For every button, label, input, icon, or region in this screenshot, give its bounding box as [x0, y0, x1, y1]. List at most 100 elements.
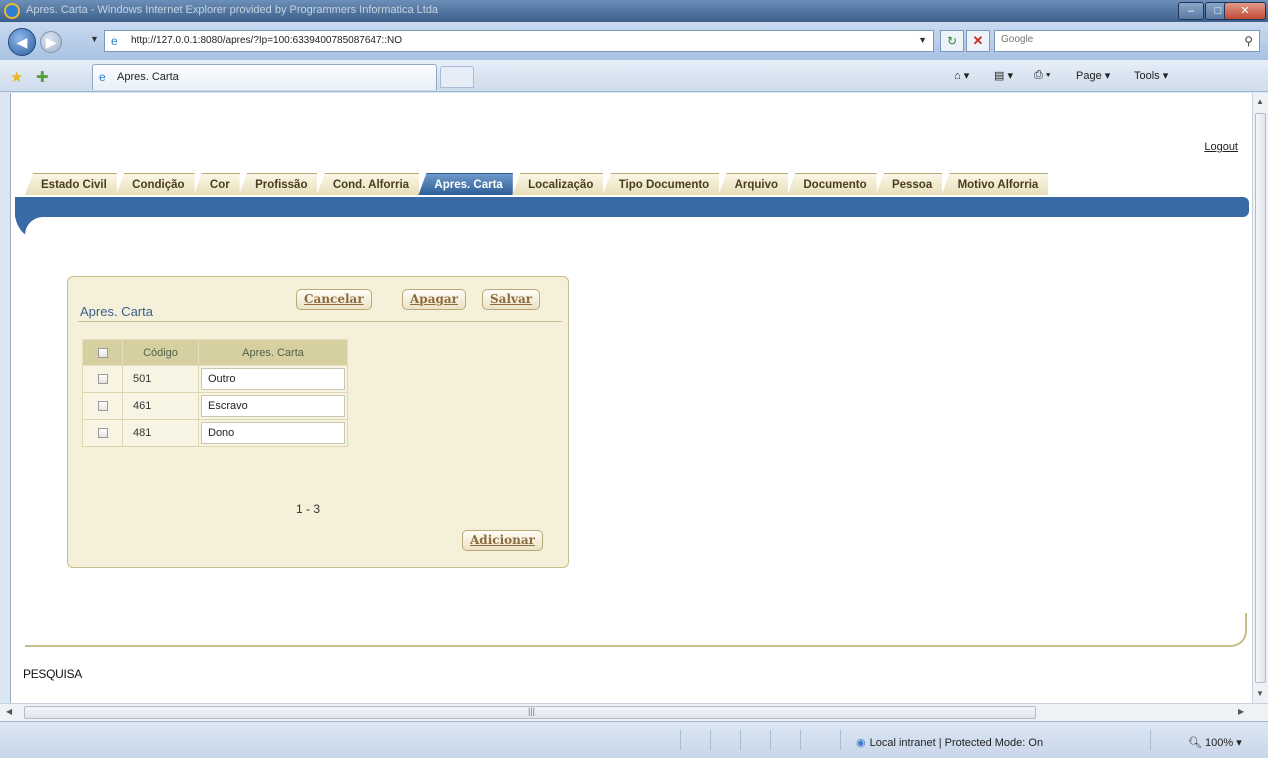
- window-title-bar: Apres. Carta - Windows Internet Explorer…: [0, 0, 1268, 22]
- horizontal-scrollbar[interactable]: ◀ ||| ▶: [0, 703, 1268, 721]
- main-tab-bar: Estado Civil Condição Cor Profissão Cond…: [25, 173, 1049, 197]
- panel-divider: [78, 321, 562, 322]
- name-cell: [198, 419, 348, 447]
- content-frame-border: [25, 613, 1247, 647]
- favorites-bar: ★ ✚ e Apres. Carta ⌂ ▾ ▤ ▾ ⎙ ▾ Page ▾ To…: [0, 60, 1268, 92]
- tab-motivo-alforria[interactable]: Motivo Alforria: [941, 173, 1049, 195]
- name-input[interactable]: [201, 368, 345, 390]
- status-bar: ◉ Local intranet | Protected Mode: On 🔍︎ …: [0, 721, 1268, 758]
- tab-cor[interactable]: Cor: [193, 173, 240, 195]
- code-cell: 501: [122, 365, 199, 393]
- window-title: Apres. Carta - Windows Internet Explorer…: [26, 4, 439, 16]
- feeds-icon[interactable]: ▤ ▾: [994, 69, 1013, 82]
- search-input[interactable]: [1001, 34, 1221, 45]
- row-select-cell: [82, 392, 123, 420]
- apres-carta-panel: Apres. Carta Cancelar Apagar Salvar Códi…: [67, 276, 569, 568]
- status-separator: [800, 730, 801, 750]
- address-bar[interactable]: e http://127.0.0.1:8080/apres/?Ip=100:63…: [104, 30, 934, 52]
- row-select-cell: [82, 365, 123, 393]
- scroll-right-icon[interactable]: ▶: [1238, 707, 1244, 716]
- favorites-star-icon[interactable]: ★: [10, 68, 23, 86]
- table-row: 481: [82, 419, 348, 447]
- status-separator: [680, 730, 681, 750]
- new-tab-button[interactable]: [440, 66, 474, 88]
- vertical-scroll-thumb[interactable]: [1255, 113, 1266, 683]
- select-all-checkbox[interactable]: [97, 347, 108, 358]
- status-separator: [1150, 730, 1151, 750]
- forward-button[interactable]: ▶: [40, 31, 62, 53]
- name-input[interactable]: [201, 395, 345, 417]
- scroll-up-icon[interactable]: ▲: [1256, 97, 1264, 106]
- page-content: Logout Estado Civil Condição Cor Profiss…: [10, 93, 1252, 703]
- table-header-row: Código Apres. Carta: [82, 339, 348, 366]
- close-window-button[interactable]: ✕: [1224, 2, 1266, 20]
- code-cell: 481: [122, 419, 199, 447]
- url-text[interactable]: http://127.0.0.1:8080/apres/?Ip=100:6339…: [131, 35, 402, 46]
- zoom-level: 100%: [1205, 737, 1234, 749]
- zoom-control[interactable]: 🔍︎ 100% ▾: [1188, 736, 1242, 749]
- tab-documento[interactable]: Documento: [787, 173, 877, 195]
- back-button[interactable]: ◀: [8, 28, 36, 56]
- browser-tab[interactable]: e Apres. Carta: [92, 64, 437, 90]
- intranet-globe-icon: ◉: [856, 737, 866, 749]
- stop-button[interactable]: ✕: [966, 30, 990, 52]
- vertical-scrollbar[interactable]: ▲ ▼: [1252, 93, 1268, 703]
- tab-localizacao[interactable]: Localização: [512, 173, 604, 195]
- table-row: 461: [82, 392, 348, 420]
- name-input[interactable]: [201, 422, 345, 444]
- code-cell: 461: [122, 392, 199, 420]
- column-header-codigo[interactable]: Código: [122, 339, 199, 366]
- tab-bar-strip: [15, 197, 1249, 217]
- row-checkbox[interactable]: [97, 428, 108, 439]
- status-separator: [770, 730, 771, 750]
- ie-logo-icon: [4, 3, 20, 19]
- address-toolbar: ◀ ▶ ▼ e http://127.0.0.1:8080/apres/?Ip=…: [0, 22, 1268, 60]
- row-checkbox[interactable]: [97, 374, 108, 385]
- scroll-grip-icon: |||: [528, 706, 536, 716]
- print-icon[interactable]: ⎙ ▾: [1034, 69, 1050, 82]
- scroll-down-icon[interactable]: ▼: [1256, 689, 1264, 698]
- delete-button[interactable]: Apagar: [402, 289, 466, 310]
- browser-tab-label: Apres. Carta: [117, 71, 179, 83]
- page-menu[interactable]: Page ▾: [1076, 69, 1110, 82]
- search-box[interactable]: ⚲: [994, 30, 1260, 52]
- tab-arquivo[interactable]: Arquivo: [718, 173, 789, 195]
- add-favorite-icon[interactable]: ✚: [36, 68, 49, 86]
- tab-tipo-documento[interactable]: Tipo Documento: [602, 173, 720, 195]
- status-separator: [740, 730, 741, 750]
- status-separator: [710, 730, 711, 750]
- security-zone[interactable]: ◉ Local intranet | Protected Mode: On: [856, 736, 1043, 749]
- add-button[interactable]: Adicionar: [462, 530, 543, 551]
- status-separator: [840, 730, 841, 750]
- security-zone-label: Local intranet | Protected Mode: On: [869, 737, 1044, 749]
- zoom-icon: 🔍︎: [1188, 737, 1206, 749]
- home-icon[interactable]: ⌂ ▾: [954, 69, 969, 82]
- cancel-button[interactable]: Cancelar: [296, 289, 372, 310]
- logout-link[interactable]: Logout: [1204, 141, 1238, 153]
- history-dropdown-icon[interactable]: ▼: [90, 34, 99, 44]
- tab-condicao[interactable]: Condição: [116, 173, 195, 195]
- apres-carta-table: Código Apres. Carta 501 461 481: [82, 339, 348, 447]
- row-checkbox[interactable]: [97, 401, 108, 412]
- tab-bar-curve: [15, 213, 65, 247]
- search-heading: PESQUISA: [23, 667, 82, 681]
- tab-page-icon: e: [99, 70, 106, 84]
- select-all-header: [82, 339, 123, 366]
- tab-pessoa[interactable]: Pessoa: [875, 173, 943, 195]
- tab-cond-alforria[interactable]: Cond. Alforria: [316, 173, 420, 195]
- refresh-button[interactable]: ↻: [940, 30, 964, 52]
- minimize-button[interactable]: –: [1178, 2, 1204, 20]
- tab-estado-civil[interactable]: Estado Civil: [25, 173, 117, 195]
- name-cell: [198, 392, 348, 420]
- search-icon[interactable]: ⚲: [1244, 34, 1253, 48]
- page-icon: e: [111, 34, 118, 48]
- scroll-left-icon[interactable]: ◀: [6, 707, 12, 716]
- panel-title: Apres. Carta: [80, 304, 153, 319]
- address-dropdown-icon[interactable]: ▼: [918, 35, 927, 45]
- column-header-apres-carta[interactable]: Apres. Carta: [198, 339, 348, 366]
- tools-menu[interactable]: Tools ▾: [1134, 69, 1168, 82]
- save-button[interactable]: Salvar: [482, 289, 541, 310]
- tab-apres-carta[interactable]: Apres. Carta: [418, 173, 513, 195]
- tab-profissao[interactable]: Profissão: [239, 173, 318, 195]
- row-select-cell: [82, 419, 123, 447]
